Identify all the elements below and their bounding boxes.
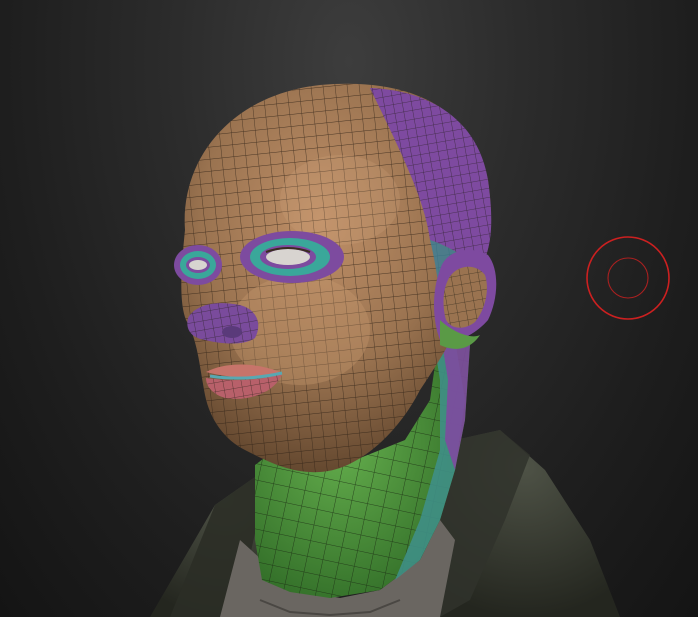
eye-right <box>240 231 344 283</box>
nose <box>187 303 259 344</box>
viewport-canvas[interactable] <box>0 0 698 617</box>
sculpt-scene[interactable] <box>0 0 698 617</box>
ear <box>434 250 497 349</box>
eye-left <box>174 245 222 285</box>
